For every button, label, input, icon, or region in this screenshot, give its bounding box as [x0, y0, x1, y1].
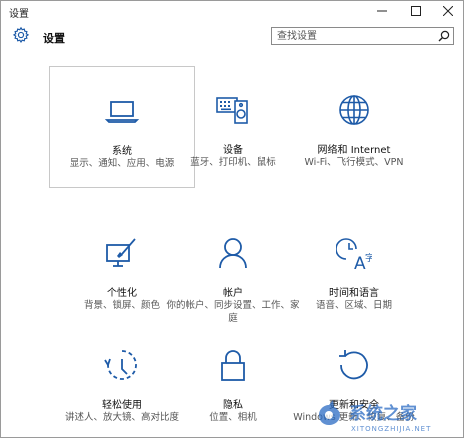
close-button[interactable]: [433, 1, 463, 21]
ease-of-access-icon: [104, 350, 137, 380]
keyboard-speaker-icon: [216, 97, 248, 124]
page-title: 设置: [43, 32, 65, 45]
watermark-logo: 系统之家 XITONGZHIJIA.NET: [319, 400, 431, 433]
person-icon: [219, 238, 247, 269]
title-bar[interactable]: 设置: [1, 1, 463, 21]
globe-icon: [339, 95, 369, 125]
close-icon: [443, 6, 453, 16]
settings-window: 设置 设置 查找设置 系统 显示、通知、应用、电源 设备 蓝牙、打印机、鼠标 网…: [0, 0, 464, 438]
tile-network[interactable]: 网络和 Internet Wi-Fi、飞行模式、VPN: [281, 66, 427, 188]
settings-header: 设置: [1, 21, 463, 51]
settings-grid: 系统 显示、通知、应用、电源 设备 蓝牙、打印机、鼠标 网络和 Internet…: [1, 51, 463, 437]
search-input[interactable]: [272, 28, 437, 44]
search-icon[interactable]: [438, 30, 450, 42]
tile-label: 时间和语言: [329, 288, 379, 299]
clock-language-icon: A 字: [336, 238, 372, 271]
svg-text:系统之家: 系统之家: [349, 403, 417, 424]
window-title: 设置: [9, 9, 29, 20]
tile-description: 语音、区域、日期: [315, 300, 392, 311]
paintbrush-monitor-icon: [106, 238, 136, 267]
svg-text:字: 字: [365, 252, 372, 264]
search-box[interactable]: [271, 27, 454, 45]
laptop-icon: [104, 101, 140, 123]
minimize-icon: [377, 10, 387, 12]
svg-text:XITONGZHIJIA.NET: XITONGZHIJIA.NET: [351, 425, 431, 433]
tile-description: Wi-Fi、飞行模式、VPN: [304, 157, 404, 168]
padlock-icon: [221, 350, 245, 381]
maximize-button[interactable]: [401, 1, 431, 21]
tile-label: 网络和 Internet: [317, 145, 391, 156]
refresh-icon: [339, 350, 368, 380]
gear-icon: [12, 26, 30, 44]
maximize-icon: [411, 6, 421, 16]
tile-time-language[interactable]: A 字 时间和语言 语音、区域、日期: [281, 209, 427, 331]
minimize-button[interactable]: [367, 1, 397, 21]
